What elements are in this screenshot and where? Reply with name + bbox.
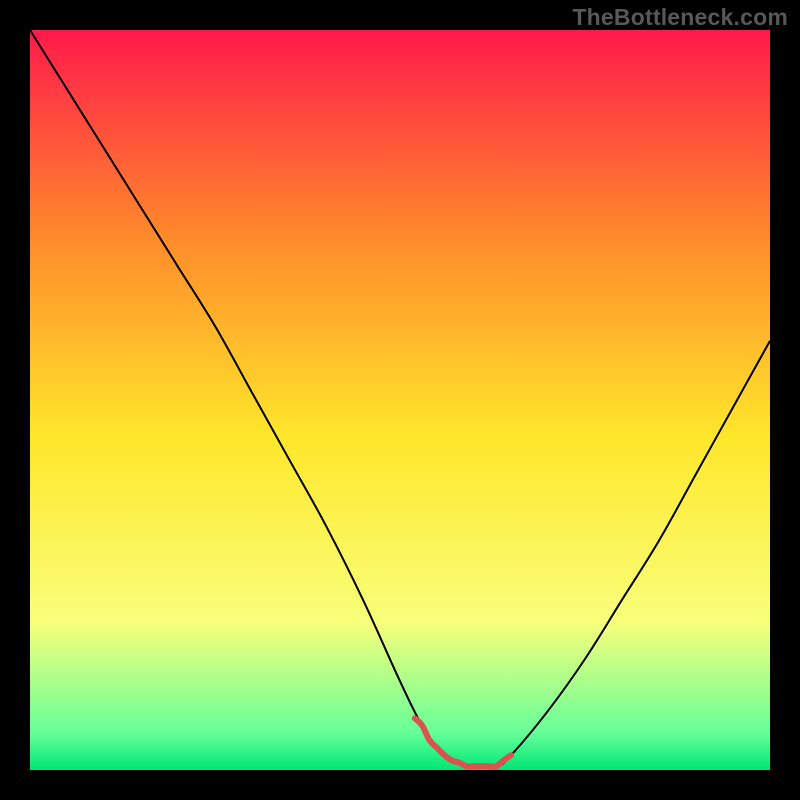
- chart-background: [30, 30, 770, 770]
- chart-plot-area: [30, 30, 770, 770]
- watermark-text: TheBottleneck.com: [572, 4, 788, 31]
- chart-frame: TheBottleneck.com: [0, 0, 800, 800]
- chart-svg: [30, 30, 770, 770]
